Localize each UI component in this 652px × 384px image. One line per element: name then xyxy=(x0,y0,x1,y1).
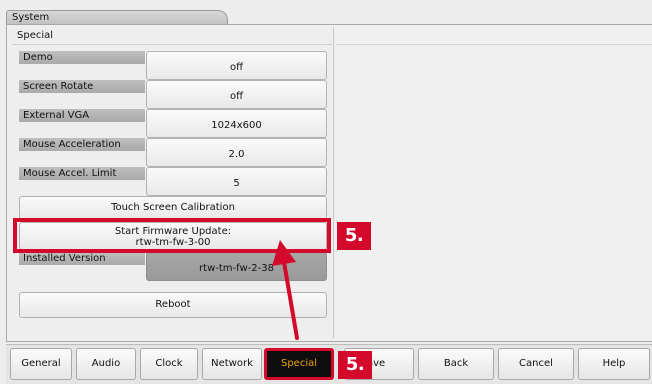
window-title: System xyxy=(12,12,50,23)
setting-label: Mouse Accel. Limit xyxy=(19,167,145,180)
setting-label: Mouse Acceleration xyxy=(19,138,145,151)
tab-audio[interactable]: Audio xyxy=(76,348,136,380)
firmware-update-highlight xyxy=(13,218,331,253)
back-button[interactable]: Back xyxy=(418,348,494,380)
step-badge-bottom: 5. xyxy=(338,351,372,379)
installed-version-value: rtw-tm-fw-2-38 xyxy=(146,252,327,281)
setting-row-external-vga: External VGA 1024x600 xyxy=(19,109,327,138)
system-settings-window: System Special Demo off Screen Rotate of… xyxy=(0,0,652,384)
setting-row-mouse-acceleration: Mouse Acceleration 2.0 xyxy=(19,138,327,167)
setting-row-installed-version: Installed Version rtw-tm-fw-2-38 xyxy=(19,252,327,281)
external-vga-value-button[interactable]: 1024x600 xyxy=(146,109,327,138)
right-empty-panel xyxy=(336,27,652,338)
tab-clock[interactable]: Clock xyxy=(140,348,198,380)
window-title-tab: System xyxy=(6,10,228,24)
tab-network[interactable]: Network xyxy=(202,348,262,380)
setting-row-screen-rotate: Screen Rotate off xyxy=(19,80,327,109)
section-divider xyxy=(12,44,332,45)
mouse-acceleration-value-button[interactable]: 2.0 xyxy=(146,138,327,167)
step-badge: 5. xyxy=(337,222,371,250)
setting-label: Demo xyxy=(19,51,145,64)
screen-rotate-value-button[interactable]: off xyxy=(146,80,327,109)
touch-screen-calibration-button[interactable]: Touch Screen Calibration xyxy=(19,196,327,220)
section-title: Special xyxy=(17,30,54,41)
tab-general[interactable]: General xyxy=(10,348,72,380)
demo-value-button[interactable]: off xyxy=(146,51,327,80)
cancel-button[interactable]: Cancel xyxy=(498,348,574,380)
right-panel-divider xyxy=(336,44,652,45)
mouse-accel-limit-value-button[interactable]: 5 xyxy=(146,167,327,196)
setting-label: Screen Rotate xyxy=(19,80,145,93)
setting-row-demo: Demo off xyxy=(19,51,327,80)
setting-row-mouse-accel-limit: Mouse Accel. Limit 5 xyxy=(19,167,327,196)
tab-special[interactable]: Special xyxy=(264,348,334,380)
reboot-button[interactable]: Reboot xyxy=(19,292,327,318)
help-button[interactable]: Help xyxy=(578,348,650,380)
setting-label: Installed Version xyxy=(19,252,145,265)
setting-label: External VGA xyxy=(19,109,145,122)
